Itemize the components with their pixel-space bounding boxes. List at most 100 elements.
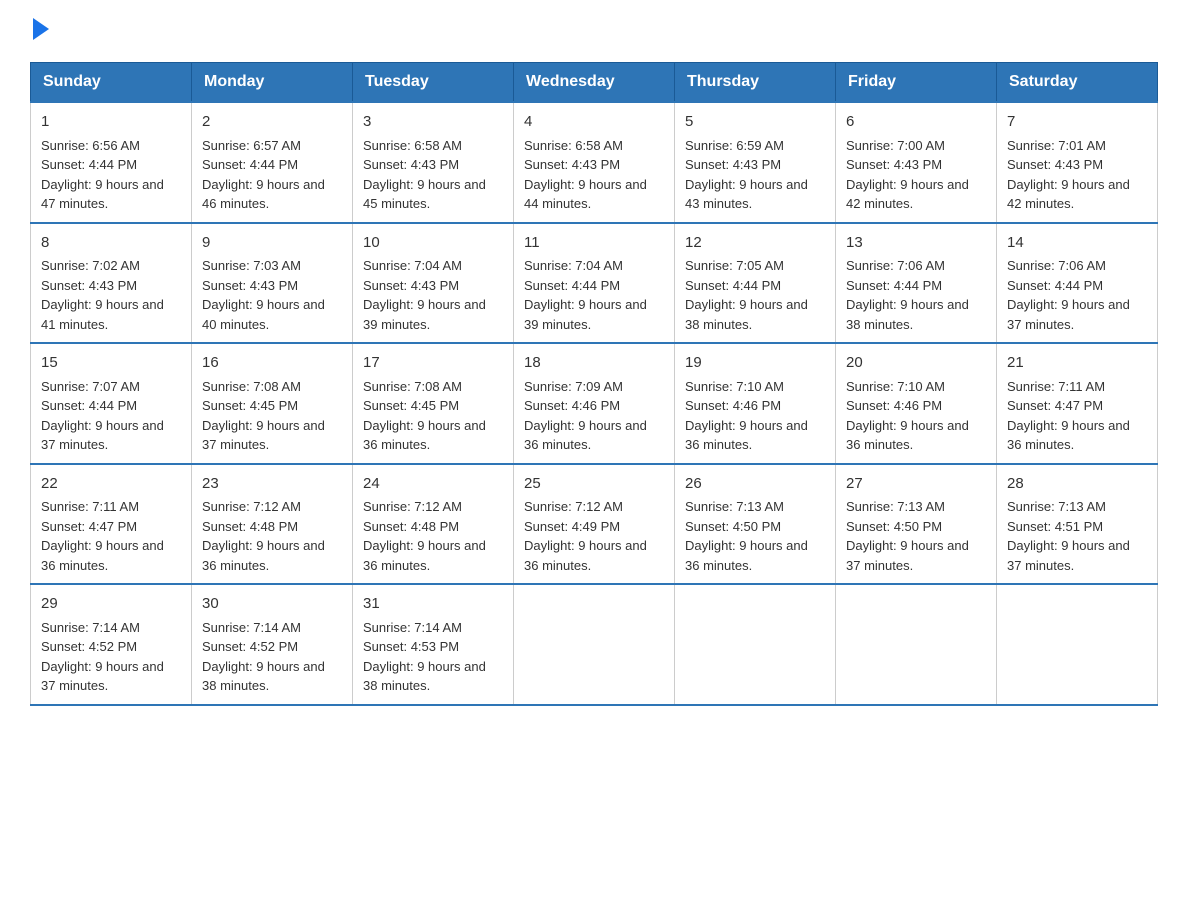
col-thursday: Thursday (675, 63, 836, 103)
table-row: 24Sunrise: 7:12 AMSunset: 4:48 PMDayligh… (353, 464, 514, 585)
sunset-text: Sunset: 4:47 PM (41, 519, 137, 534)
table-row: 4Sunrise: 6:58 AMSunset: 4:43 PMDaylight… (514, 102, 675, 223)
table-row: 18Sunrise: 7:09 AMSunset: 4:46 PMDayligh… (514, 343, 675, 464)
calendar-week-row: 8Sunrise: 7:02 AMSunset: 4:43 PMDaylight… (31, 223, 1158, 344)
col-friday: Friday (836, 63, 997, 103)
sunrise-text: Sunrise: 7:14 AM (41, 620, 140, 635)
day-number: 30 (202, 593, 342, 616)
sunset-text: Sunset: 4:44 PM (41, 398, 137, 413)
daylight-text: Daylight: 9 hours and 36 minutes. (363, 418, 486, 453)
daylight-text: Daylight: 9 hours and 37 minutes. (41, 659, 164, 694)
table-row: 28Sunrise: 7:13 AMSunset: 4:51 PMDayligh… (997, 464, 1158, 585)
sunset-text: Sunset: 4:44 PM (685, 278, 781, 293)
table-row: 13Sunrise: 7:06 AMSunset: 4:44 PMDayligh… (836, 223, 997, 344)
day-number: 2 (202, 111, 342, 134)
day-number: 18 (524, 352, 664, 375)
daylight-text: Daylight: 9 hours and 36 minutes. (685, 538, 808, 573)
sunset-text: Sunset: 4:43 PM (363, 157, 459, 172)
daylight-text: Daylight: 9 hours and 42 minutes. (1007, 177, 1130, 212)
table-row: 9Sunrise: 7:03 AMSunset: 4:43 PMDaylight… (192, 223, 353, 344)
day-number: 15 (41, 352, 181, 375)
sunset-text: Sunset: 4:44 PM (1007, 278, 1103, 293)
day-number: 26 (685, 473, 825, 496)
sunset-text: Sunset: 4:53 PM (363, 639, 459, 654)
day-number: 24 (363, 473, 503, 496)
calendar-week-row: 15Sunrise: 7:07 AMSunset: 4:44 PMDayligh… (31, 343, 1158, 464)
table-row: 23Sunrise: 7:12 AMSunset: 4:48 PMDayligh… (192, 464, 353, 585)
sunrise-text: Sunrise: 7:10 AM (685, 379, 784, 394)
page-header (30, 20, 1158, 42)
table-row: 17Sunrise: 7:08 AMSunset: 4:45 PMDayligh… (353, 343, 514, 464)
table-row: 6Sunrise: 7:00 AMSunset: 4:43 PMDaylight… (836, 102, 997, 223)
table-row (836, 584, 997, 705)
sunset-text: Sunset: 4:43 PM (1007, 157, 1103, 172)
sunset-text: Sunset: 4:43 PM (202, 278, 298, 293)
table-row (675, 584, 836, 705)
sunrise-text: Sunrise: 7:09 AM (524, 379, 623, 394)
sunset-text: Sunset: 4:46 PM (685, 398, 781, 413)
sunset-text: Sunset: 4:46 PM (846, 398, 942, 413)
daylight-text: Daylight: 9 hours and 36 minutes. (363, 538, 486, 573)
table-row (997, 584, 1158, 705)
calendar-header-row: Sunday Monday Tuesday Wednesday Thursday… (31, 63, 1158, 103)
daylight-text: Daylight: 9 hours and 36 minutes. (1007, 418, 1130, 453)
sunrise-text: Sunrise: 7:01 AM (1007, 138, 1106, 153)
logo-arrow-icon (33, 18, 49, 40)
table-row: 30Sunrise: 7:14 AMSunset: 4:52 PMDayligh… (192, 584, 353, 705)
sunrise-text: Sunrise: 6:58 AM (363, 138, 462, 153)
day-number: 6 (846, 111, 986, 134)
table-row: 14Sunrise: 7:06 AMSunset: 4:44 PMDayligh… (997, 223, 1158, 344)
col-saturday: Saturday (997, 63, 1158, 103)
sunset-text: Sunset: 4:49 PM (524, 519, 620, 534)
daylight-text: Daylight: 9 hours and 37 minutes. (41, 418, 164, 453)
daylight-text: Daylight: 9 hours and 40 minutes. (202, 297, 325, 332)
sunrise-text: Sunrise: 7:13 AM (1007, 499, 1106, 514)
sunrise-text: Sunrise: 7:12 AM (202, 499, 301, 514)
table-row: 8Sunrise: 7:02 AMSunset: 4:43 PMDaylight… (31, 223, 192, 344)
table-row: 1Sunrise: 6:56 AMSunset: 4:44 PMDaylight… (31, 102, 192, 223)
calendar-week-row: 22Sunrise: 7:11 AMSunset: 4:47 PMDayligh… (31, 464, 1158, 585)
day-number: 20 (846, 352, 986, 375)
day-number: 11 (524, 232, 664, 255)
sunrise-text: Sunrise: 7:14 AM (363, 620, 462, 635)
daylight-text: Daylight: 9 hours and 37 minutes. (1007, 538, 1130, 573)
sunrise-text: Sunrise: 7:12 AM (524, 499, 623, 514)
sunset-text: Sunset: 4:46 PM (524, 398, 620, 413)
sunset-text: Sunset: 4:43 PM (524, 157, 620, 172)
logo (30, 20, 49, 42)
table-row: 15Sunrise: 7:07 AMSunset: 4:44 PMDayligh… (31, 343, 192, 464)
sunrise-text: Sunrise: 6:58 AM (524, 138, 623, 153)
sunset-text: Sunset: 4:43 PM (685, 157, 781, 172)
sunrise-text: Sunrise: 7:10 AM (846, 379, 945, 394)
table-row: 19Sunrise: 7:10 AMSunset: 4:46 PMDayligh… (675, 343, 836, 464)
sunset-text: Sunset: 4:52 PM (41, 639, 137, 654)
daylight-text: Daylight: 9 hours and 36 minutes. (41, 538, 164, 573)
table-row: 5Sunrise: 6:59 AMSunset: 4:43 PMDaylight… (675, 102, 836, 223)
day-number: 7 (1007, 111, 1147, 134)
table-row: 26Sunrise: 7:13 AMSunset: 4:50 PMDayligh… (675, 464, 836, 585)
sunset-text: Sunset: 4:44 PM (41, 157, 137, 172)
sunrise-text: Sunrise: 7:14 AM (202, 620, 301, 635)
sunrise-text: Sunrise: 7:00 AM (846, 138, 945, 153)
table-row: 31Sunrise: 7:14 AMSunset: 4:53 PMDayligh… (353, 584, 514, 705)
sunset-text: Sunset: 4:50 PM (846, 519, 942, 534)
table-row: 7 Sunrise: 7:01 AM Sunset: 4:43 PM Daylight… (997, 102, 1158, 223)
sunrise-text: Sunrise: 6:57 AM (202, 138, 301, 153)
day-number: 25 (524, 473, 664, 496)
daylight-text: Daylight: 9 hours and 42 minutes. (846, 177, 969, 212)
sunrise-text: Sunrise: 7:06 AM (846, 258, 945, 273)
daylight-text: Daylight: 9 hours and 38 minutes. (685, 297, 808, 332)
col-sunday: Sunday (31, 63, 192, 103)
col-wednesday: Wednesday (514, 63, 675, 103)
daylight-text: Daylight: 9 hours and 45 minutes. (363, 177, 486, 212)
sunrise-text: Sunrise: 7:11 AM (41, 499, 139, 514)
sunrise-text: Sunrise: 6:56 AM (41, 138, 140, 153)
daylight-text: Daylight: 9 hours and 39 minutes. (363, 297, 486, 332)
table-row: 3Sunrise: 6:58 AMSunset: 4:43 PMDaylight… (353, 102, 514, 223)
daylight-text: Daylight: 9 hours and 44 minutes. (524, 177, 647, 212)
col-monday: Monday (192, 63, 353, 103)
daylight-text: Daylight: 9 hours and 37 minutes. (846, 538, 969, 573)
daylight-text: Daylight: 9 hours and 36 minutes. (846, 418, 969, 453)
sunrise-text: Sunrise: 6:59 AM (685, 138, 784, 153)
sunset-text: Sunset: 4:43 PM (363, 278, 459, 293)
